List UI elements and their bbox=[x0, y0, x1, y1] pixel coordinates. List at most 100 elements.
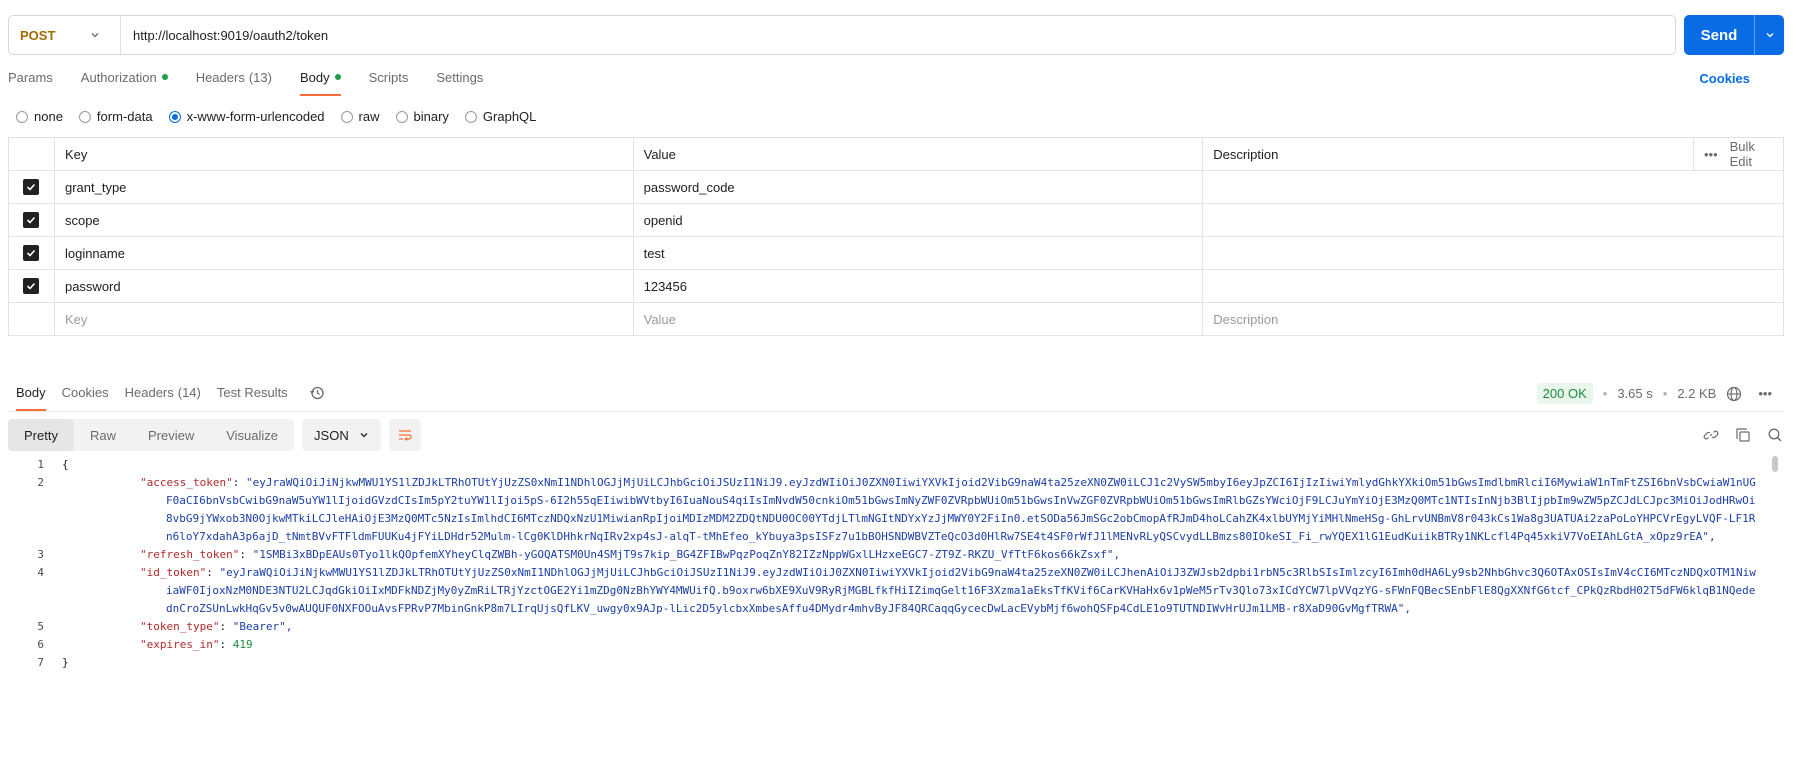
separator-dot: • bbox=[1662, 386, 1668, 401]
checkbox-checked-icon[interactable] bbox=[23, 212, 40, 229]
format-select[interactable]: JSON bbox=[302, 419, 381, 451]
line-number: 6 bbox=[37, 638, 44, 651]
table-row: scope openid bbox=[8, 203, 1784, 237]
request-tabs: Params Authorization Headers (13) Body Sc… bbox=[8, 70, 511, 96]
description-placeholder[interactable]: Description bbox=[1202, 302, 1784, 336]
row-key[interactable]: grant_type bbox=[53, 170, 634, 204]
response-tabs: Body Cookies Headers (14) Test Results bbox=[16, 385, 304, 411]
method-select[interactable]: POST bbox=[9, 16, 121, 54]
globe-icon[interactable] bbox=[1726, 386, 1742, 402]
history-icon[interactable] bbox=[309, 385, 325, 401]
code-line: 4 "id_token": "eyJraWQiOiJiNjkwMWU1YS1lZ… bbox=[8, 564, 1778, 618]
radio-binary[interactable]: binary bbox=[395, 109, 449, 124]
row-description[interactable] bbox=[1202, 236, 1784, 270]
copy-icon[interactable] bbox=[1734, 426, 1752, 444]
body-type-radios: none form-data x-www-form-urlencoded raw… bbox=[16, 109, 552, 124]
row-value[interactable]: openid bbox=[632, 203, 1204, 237]
tab-params[interactable]: Params bbox=[8, 70, 53, 96]
tab-label: Headers bbox=[195, 70, 245, 85]
chevron-down-icon bbox=[360, 433, 368, 438]
header-description: Description bbox=[1202, 137, 1694, 171]
tab-label: Headers bbox=[124, 385, 174, 400]
row-description[interactable] bbox=[1202, 170, 1784, 204]
json-key: "access_token" bbox=[140, 476, 233, 489]
tab-scripts[interactable]: Scripts bbox=[369, 70, 409, 96]
table-row-empty: Key Value Description bbox=[8, 302, 1784, 336]
radio-circle-icon bbox=[340, 110, 353, 123]
wrap-lines-button[interactable] bbox=[388, 419, 421, 451]
row-value[interactable]: test bbox=[632, 236, 1204, 270]
radio-label: form-data bbox=[96, 109, 153, 124]
header-bulk: ••• Bulk Edit bbox=[1692, 137, 1785, 171]
view-visualize[interactable]: Visualize bbox=[210, 419, 294, 451]
radio-urlencoded[interactable]: x-www-form-urlencoded bbox=[168, 109, 325, 124]
row-value[interactable]: password_code bbox=[632, 170, 1204, 204]
line-number: 3 bbox=[37, 548, 44, 561]
view-preview[interactable]: Preview bbox=[132, 419, 210, 451]
row-key[interactable]: password bbox=[53, 269, 634, 303]
radio-form-data[interactable]: form-data bbox=[78, 109, 153, 124]
modified-dot-icon bbox=[161, 74, 168, 80]
value-placeholder[interactable]: Value bbox=[632, 302, 1204, 336]
url-input[interactable] bbox=[121, 16, 1675, 54]
resp-tab-headers[interactable]: Headers (14) bbox=[125, 385, 201, 411]
resp-tab-test-results[interactable]: Test Results bbox=[217, 385, 288, 411]
resp-tab-body[interactable]: Body bbox=[16, 385, 46, 411]
radio-raw[interactable]: raw bbox=[340, 109, 380, 124]
code-text: "expires_in": 419 bbox=[140, 638, 253, 651]
table-header-row: Key Value Description ••• Bulk Edit bbox=[8, 137, 1785, 171]
bulk-edit-button[interactable]: ••• Bulk Edit bbox=[1704, 139, 1773, 169]
modified-dot-icon bbox=[334, 74, 341, 80]
radio-label: x-www-form-urlencoded bbox=[186, 109, 325, 124]
header-value: Value bbox=[632, 137, 1204, 171]
table-row: grant_type password_code bbox=[8, 170, 1784, 204]
radio-none[interactable]: none bbox=[16, 109, 63, 124]
tab-label: Scripts bbox=[368, 70, 409, 85]
cookies-link[interactable]: Cookies bbox=[1699, 71, 1750, 86]
radio-label: binary bbox=[413, 109, 449, 124]
tab-authorization[interactable]: Authorization bbox=[81, 70, 168, 96]
tab-label: Test Results bbox=[216, 385, 288, 400]
more-icon[interactable]: ••• bbox=[1704, 147, 1718, 162]
code-line: 3 "refresh_token": "1SMBi3xBDpEAUs0Tyo1l… bbox=[8, 546, 1778, 564]
view-pretty[interactable]: Pretty bbox=[8, 419, 74, 451]
view-raw[interactable]: Raw bbox=[74, 419, 132, 451]
resp-tab-cookies[interactable]: Cookies bbox=[62, 385, 109, 411]
search-icon[interactable] bbox=[1766, 426, 1784, 444]
separator-dot: • bbox=[1602, 386, 1608, 401]
row-checkbox-cell bbox=[8, 302, 55, 336]
row-key[interactable]: scope bbox=[53, 203, 634, 237]
response-time[interactable]: 3.65 s bbox=[1617, 386, 1652, 401]
headers-count: (13) bbox=[248, 70, 272, 85]
row-value[interactable]: 123456 bbox=[632, 269, 1204, 303]
status-badge[interactable]: 200 OK bbox=[1536, 383, 1593, 404]
response-size[interactable]: 2.2 KB bbox=[1677, 386, 1716, 401]
more-icon[interactable]: ••• bbox=[1758, 386, 1772, 401]
code-text: "token_type": "Bearer", bbox=[140, 620, 293, 633]
link-icon[interactable] bbox=[1702, 426, 1720, 444]
tab-headers[interactable]: Headers (13) bbox=[196, 70, 272, 96]
row-key[interactable]: loginname bbox=[53, 236, 634, 270]
tab-body[interactable]: Body bbox=[299, 70, 341, 96]
send-options-button[interactable] bbox=[1754, 15, 1784, 55]
row-description[interactable] bbox=[1202, 203, 1784, 237]
bulk-edit-label: Bulk Edit bbox=[1729, 139, 1755, 169]
key-placeholder[interactable]: Key bbox=[53, 302, 634, 336]
radio-selected-icon bbox=[168, 110, 181, 123]
radio-label: none bbox=[34, 109, 63, 124]
code-text: } bbox=[62, 656, 69, 669]
code-line: 7 } bbox=[8, 654, 1778, 672]
line-number: 5 bbox=[37, 620, 44, 633]
checkbox-checked-icon[interactable] bbox=[23, 179, 40, 196]
scrollbar[interactable] bbox=[1772, 456, 1778, 472]
response-body-code[interactable]: 1 { 2 "access_token": "eyJraWQiOiJiNjkwM… bbox=[8, 456, 1778, 758]
row-description[interactable] bbox=[1202, 269, 1784, 303]
json-key: "expires_in" bbox=[140, 638, 220, 651]
send-button[interactable]: Send bbox=[1684, 15, 1754, 55]
json-key: "id_token" bbox=[140, 566, 207, 579]
tab-settings[interactable]: Settings bbox=[436, 70, 483, 96]
checkbox-checked-icon[interactable] bbox=[23, 278, 40, 295]
checkbox-checked-icon[interactable] bbox=[23, 245, 40, 262]
radio-graphql[interactable]: GraphQL bbox=[464, 109, 536, 124]
json-string: "eyJraWQiOiJiNjkwMWU1YS1lZDJkLTRhOTUtYjU… bbox=[166, 566, 1756, 615]
